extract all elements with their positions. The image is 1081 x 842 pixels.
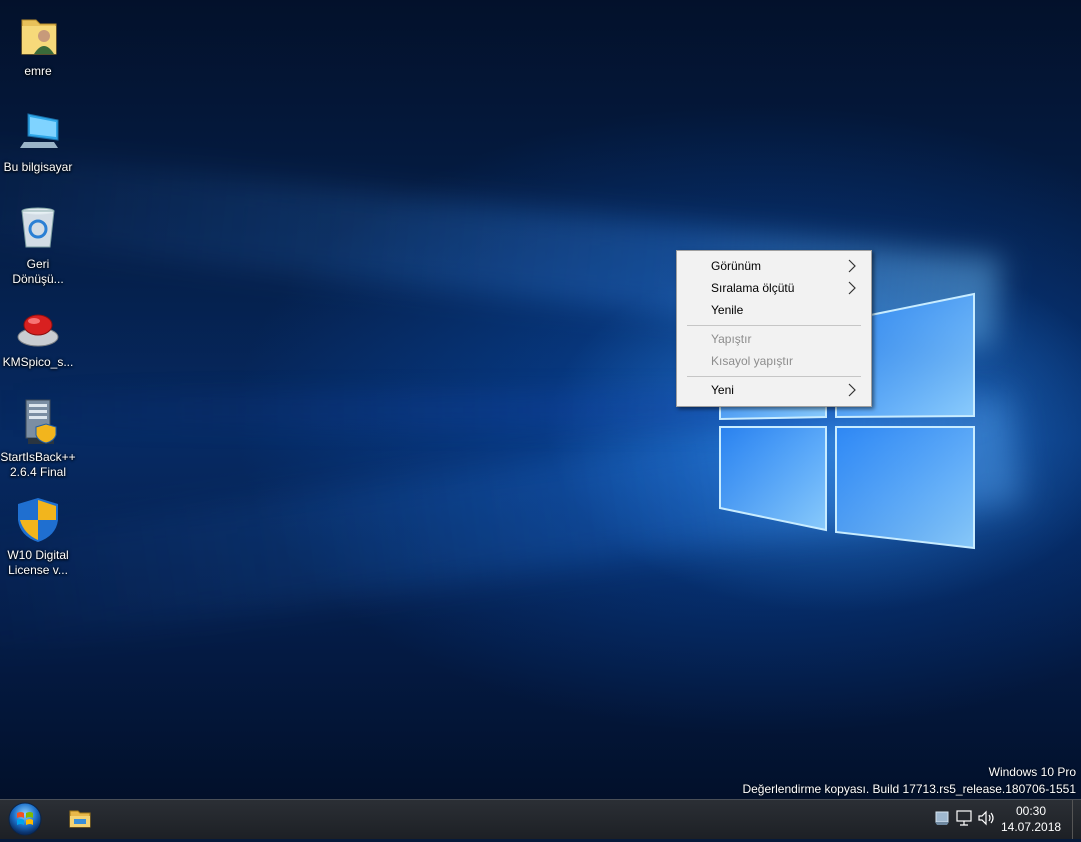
computer-icon bbox=[14, 108, 62, 156]
desktop-icon-kmspico[interactable]: KMSpico_s... bbox=[0, 303, 76, 370]
desktop-background[interactable]: emre Bu bilgisayar Geri Dönüşü... KMSpic… bbox=[0, 0, 1081, 799]
menu-item-label: Yapıştır bbox=[711, 332, 752, 346]
chevron-right-icon bbox=[848, 259, 856, 273]
user-folder-icon bbox=[14, 12, 62, 60]
build-watermark: Değerlendirme kopyası. Build 17713.rs5_r… bbox=[742, 782, 1076, 796]
taskbar-file-explorer-button[interactable] bbox=[58, 802, 102, 836]
system-tray: 00:30 14.07.2018 bbox=[921, 800, 1081, 839]
menu-item-label: Sıralama ölçütü bbox=[711, 281, 795, 295]
menu-item-label: Yenile bbox=[711, 303, 744, 317]
volume-icon[interactable] bbox=[977, 808, 995, 828]
desktop-context-menu: Görünüm Sıralama ölçütü Yenile Yapıştır … bbox=[676, 250, 872, 407]
menu-item-new[interactable]: Yeni bbox=[679, 379, 869, 401]
start-button[interactable] bbox=[3, 801, 47, 837]
desktop-icon-label: StartIsBack++ 2.6.4 Final bbox=[0, 450, 76, 479]
clock-time: 00:30 bbox=[1015, 804, 1047, 818]
taskbar: 00:30 14.07.2018 bbox=[0, 799, 1081, 839]
recycle-bin-icon bbox=[14, 205, 62, 253]
network-icon[interactable] bbox=[955, 808, 973, 828]
chevron-right-icon bbox=[848, 281, 856, 295]
desktop-icon-recycle-bin[interactable]: Geri Dönüşü... bbox=[0, 205, 76, 287]
show-desktop-button[interactable] bbox=[1072, 800, 1081, 839]
menu-item-paste[interactable]: Yapıştır bbox=[679, 328, 869, 350]
menu-item-view[interactable]: Görünüm bbox=[679, 255, 869, 277]
desktop-icon-label: emre bbox=[24, 64, 52, 78]
desktop-icon-label: KMSpico_s... bbox=[2, 355, 74, 369]
menu-item-paste-shortcut[interactable]: Kısayol yapıştır bbox=[679, 350, 869, 372]
desktop-icon-startisback[interactable]: StartIsBack++ 2.6.4 Final bbox=[0, 398, 76, 480]
menu-item-label: Görünüm bbox=[711, 259, 762, 273]
menu-item-label: Kısayol yapıştır bbox=[711, 354, 794, 368]
windows-orb-icon bbox=[8, 802, 42, 836]
menu-separator bbox=[687, 376, 861, 377]
desktop-icon-label: Geri Dönüşü... bbox=[12, 257, 64, 286]
menu-item-label: Yeni bbox=[711, 383, 734, 397]
desktop-icon-label: Bu bilgisayar bbox=[3, 160, 73, 174]
shield-icon bbox=[14, 496, 62, 544]
installer-icon bbox=[14, 398, 62, 446]
file-explorer-icon bbox=[69, 810, 91, 828]
menu-separator bbox=[687, 325, 861, 326]
red-button-icon bbox=[14, 303, 62, 351]
windows-logo-wallpaper bbox=[719, 292, 975, 550]
taskbar-clock[interactable]: 00:30 14.07.2018 bbox=[1001, 803, 1061, 835]
menu-item-refresh[interactable]: Yenile bbox=[679, 299, 869, 321]
chevron-right-icon bbox=[848, 383, 856, 397]
windows-edition-watermark: Windows 10 Pro bbox=[988, 765, 1076, 779]
desktop-icon-this-pc[interactable]: Bu bilgisayar bbox=[0, 108, 76, 175]
desktop-icon-label: W10 Digital License v... bbox=[7, 548, 69, 577]
menu-item-sort-by[interactable]: Sıralama ölçütü bbox=[679, 277, 869, 299]
desktop-icon-w10-license[interactable]: W10 Digital License v... bbox=[0, 496, 76, 578]
clock-date: 14.07.2018 bbox=[1001, 820, 1062, 834]
desktop-icon-user-folder[interactable]: emre bbox=[0, 12, 76, 79]
network-share-icon[interactable] bbox=[933, 808, 951, 828]
